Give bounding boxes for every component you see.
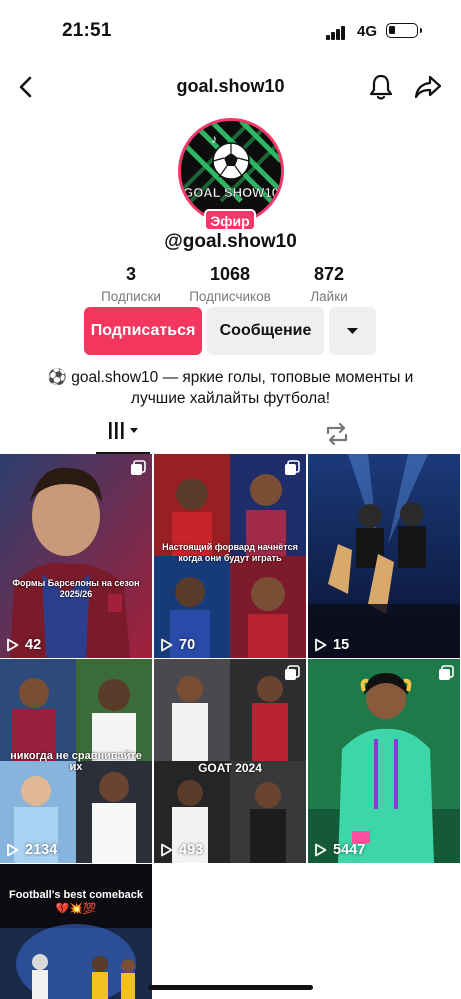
view-count: 70: [160, 637, 195, 653]
status-bar: 21:51 4G: [0, 0, 461, 62]
video-thumbnail[interactable]: Формы Барселоны на сезон 2025/26 42: [0, 454, 152, 658]
video-caption: Настоящий форвард начнётся когда они буд…: [162, 542, 298, 563]
likes-stat[interactable]: 872 Лайки: [274, 264, 384, 304]
video-thumbnail[interactable]: GOAT 2024 493: [154, 659, 306, 863]
grid-icon: [109, 422, 138, 439]
play-icon: [7, 638, 19, 652]
caret-down-icon: [347, 328, 358, 334]
video-thumbnail[interactable]: Football's best comeback 💔💥💯: [0, 864, 152, 999]
multi-image-icon: [131, 460, 146, 475]
video-thumbnail[interactable]: 15: [308, 454, 460, 658]
view-count: 15: [314, 637, 349, 653]
network-label: 4G: [357, 23, 378, 40]
video-thumbnail-image: [0, 454, 152, 658]
caption-emoji: 💔💥💯: [55, 903, 97, 915]
video-thumbnail-image: [308, 454, 460, 658]
video-caption: никогда не сравнивайте их: [10, 750, 142, 773]
play-icon: [7, 843, 19, 857]
more-options-button[interactable]: [329, 307, 376, 355]
followers-count: 1068: [209, 264, 251, 284]
profile-handle: @goal.show10: [164, 231, 297, 252]
video-thumbnail[interactable]: 5447: [308, 659, 460, 863]
video-caption: Football's best comeback: [8, 889, 144, 901]
avatar-text: GOAL SHOW10: [183, 185, 279, 200]
video-thumbnail[interactable]: Настоящий форвард начнётся когда они буд…: [154, 454, 306, 658]
followers-label: Подписчиков: [189, 289, 271, 304]
profile-bio: ⚽ goal.show10 — яркие голы, топовые моме…: [47, 369, 414, 407]
tab-videos[interactable]: [96, 414, 150, 454]
play-icon: [161, 843, 173, 857]
multi-image-icon: [439, 665, 454, 680]
repost-icon[interactable]: [322, 420, 352, 448]
multi-image-icon: [285, 460, 300, 475]
video-caption: Формы Барселоны на сезон 2025/26: [12, 578, 140, 599]
top-nav: goal.show10: [0, 62, 461, 114]
live-badge[interactable]: Эфир: [204, 209, 256, 231]
svg-text:♪: ♪: [211, 132, 217, 146]
video-thumbnail-image: [308, 659, 460, 863]
following-stat[interactable]: 3 Подписки: [76, 264, 186, 304]
video-thumbnail-image: [0, 864, 152, 999]
following-label: Подписки: [101, 289, 161, 304]
followers-stat[interactable]: 1068 Подписчиков: [175, 264, 285, 304]
video-caption: GOAT 2024: [198, 761, 262, 775]
signal-icon: [326, 26, 348, 40]
view-count: 5447: [314, 842, 365, 858]
follow-button[interactable]: Подписаться: [84, 307, 202, 355]
content-tabs: [0, 414, 461, 454]
play-icon: [161, 638, 173, 652]
likes-count: 872: [313, 264, 345, 284]
likes-label: Лайки: [310, 289, 348, 304]
bell-icon[interactable]: [366, 72, 396, 102]
play-icon: [315, 843, 327, 857]
share-icon[interactable]: [412, 72, 444, 102]
view-count: 493: [160, 842, 203, 858]
view-count: 42: [6, 637, 41, 653]
home-indicator: [148, 985, 313, 990]
multi-image-icon: [285, 665, 300, 680]
battery-icon: [386, 23, 422, 38]
following-count: 3: [125, 264, 136, 284]
message-button[interactable]: Сообщение: [207, 307, 324, 355]
video-thumbnail[interactable]: никогда не сравнивайте их 2134: [0, 659, 152, 863]
status-time: 21:51: [62, 20, 112, 41]
avatar-logo: GOAL SHOW10 ♪: [181, 121, 281, 221]
view-count: 2134: [6, 842, 57, 858]
play-icon: [315, 638, 327, 652]
